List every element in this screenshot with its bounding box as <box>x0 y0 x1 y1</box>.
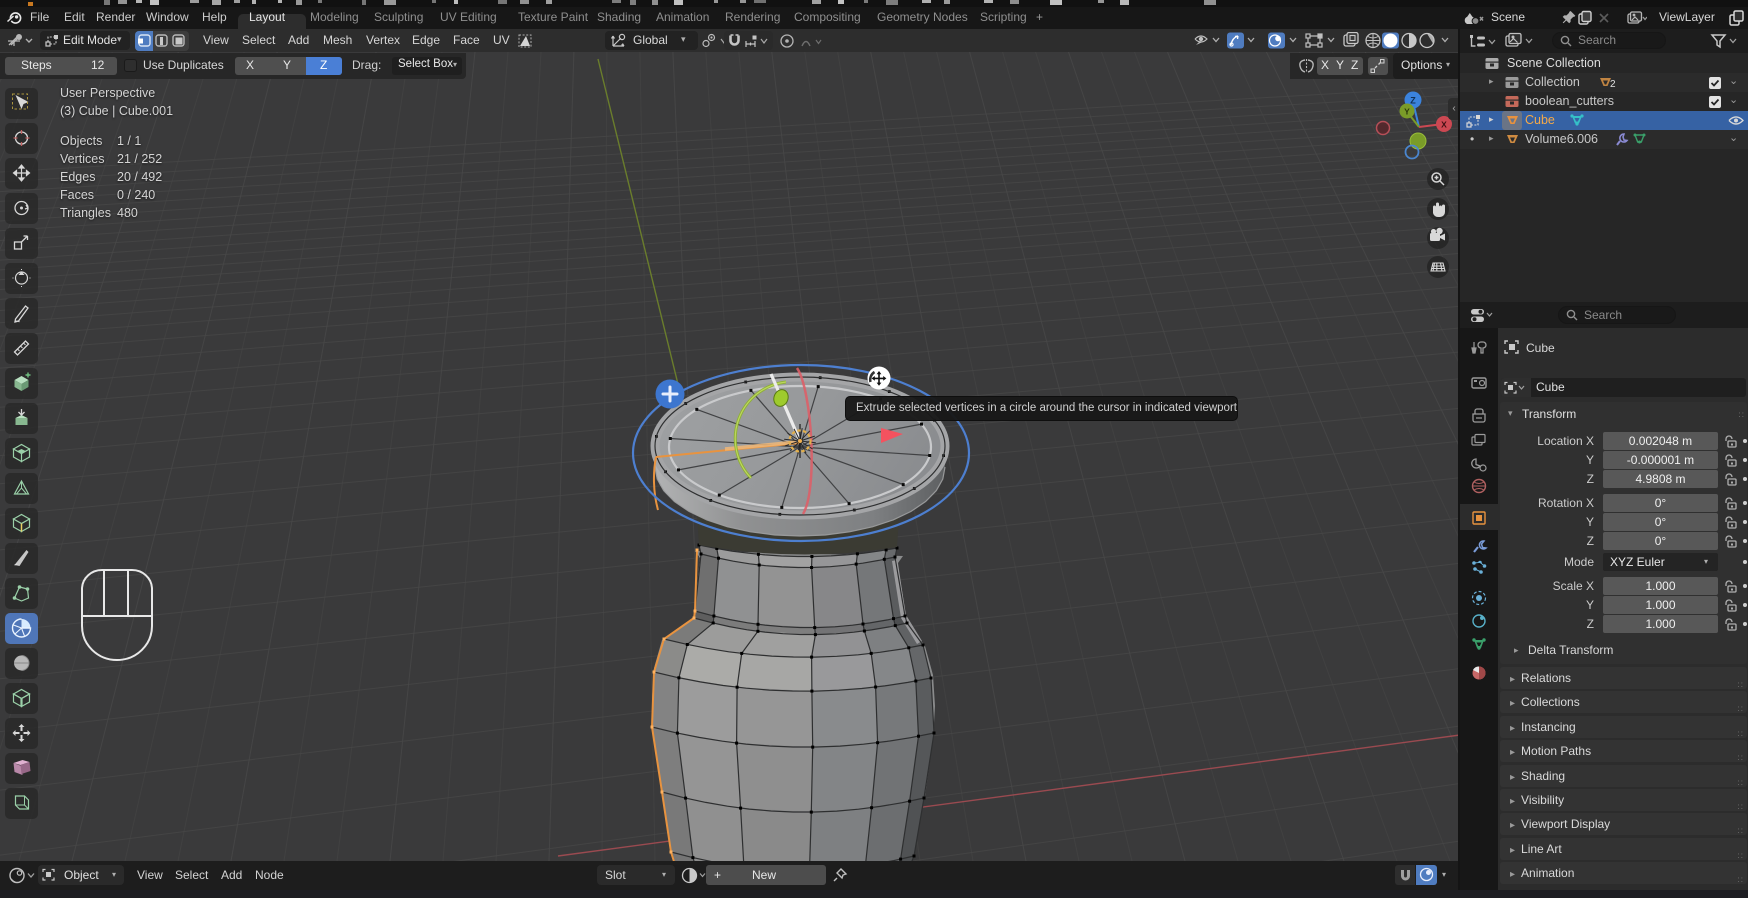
svg-text:X: X <box>1441 120 1447 130</box>
svg-text:Z: Z <box>1410 96 1416 106</box>
svg-text:Y: Y <box>1404 107 1410 117</box>
